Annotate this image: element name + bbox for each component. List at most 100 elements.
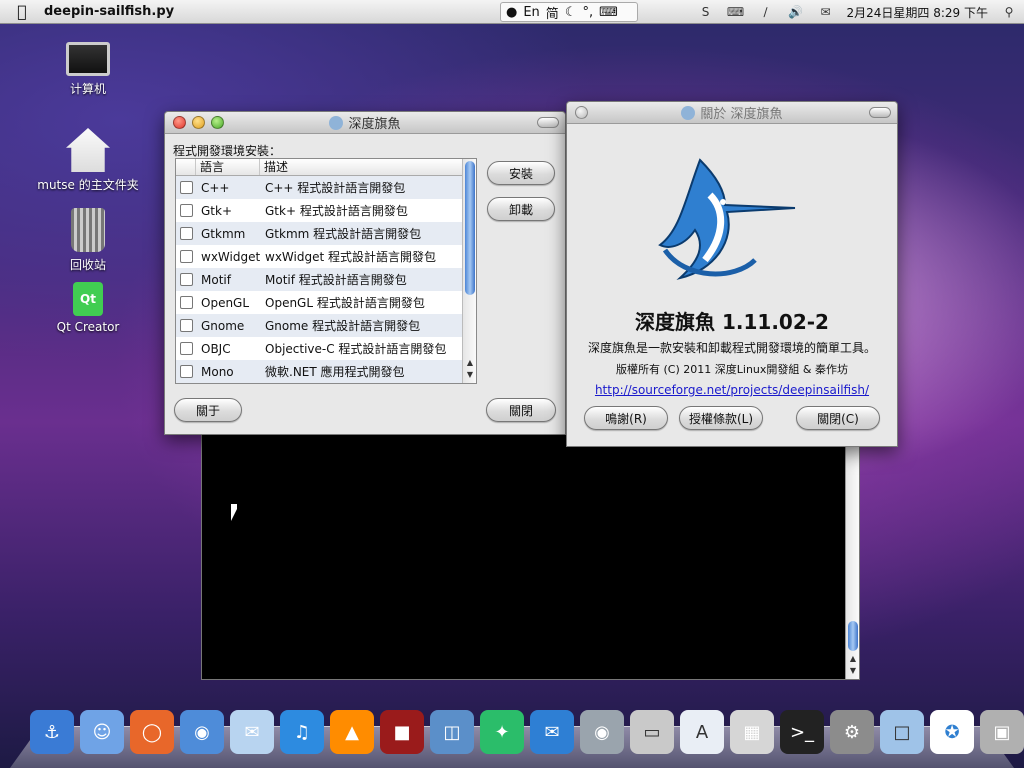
project-url-link[interactable]: http://sourceforge.net/projects/deepinsa… (567, 383, 897, 397)
package-checkbox[interactable] (180, 250, 193, 263)
input-method-bar[interactable]: ● En 简 ☾ °, ⌨ (500, 2, 638, 22)
toolbar-toggle-button[interactable] (537, 117, 559, 128)
apple-menu-icon[interactable]:  (0, 2, 44, 21)
textedit-icon[interactable]: A (680, 710, 724, 754)
ime-language[interactable]: En (523, 5, 539, 20)
app-name-menu[interactable]: deepin-sailfish.py (44, 4, 174, 19)
ime-script[interactable]: 简 (546, 3, 559, 22)
qt-creator-icon: Qt (73, 282, 103, 316)
about-copyright: 版權所有 (C) 2011 深度Linux開發組 & 秦作坊 (616, 363, 848, 376)
keyboard-layout-icon[interactable]: ⌨ (727, 5, 745, 19)
section-label: 程式開發環境安裝： (173, 144, 282, 158)
terminal-icon[interactable]: >_ (780, 710, 824, 754)
firefox-icon[interactable]: ◯ (130, 710, 174, 754)
photo-booth-icon[interactable]: ■ (380, 710, 424, 754)
package-language: OBJC (201, 341, 231, 356)
window-title: 關於 深度旗魚 (700, 107, 783, 122)
package-list[interactable]: 語言 描述 C++ C++ 程式設計語言開發包 Gtk+ Gtk+ 程式設計語言開發包… (175, 158, 477, 384)
feather-icon[interactable]: ✦ (480, 710, 524, 754)
package-row[interactable]: wxWidget wxWidget 程式設計語言開發包 (176, 245, 476, 268)
close-window-icon[interactable] (173, 116, 186, 129)
scanner-icon[interactable]: ▭ (630, 710, 674, 754)
installer-titlebar[interactable]: 深度旗魚 (165, 112, 565, 134)
email-icon[interactable]: ✉ (530, 710, 574, 754)
package-row[interactable]: Gtk+ Gtk+ 程式設計語言開發包 (176, 199, 476, 222)
scroll-up-arrow-icon[interactable]: ▲ (846, 653, 860, 665)
spotlight-search-icon[interactable]: ⚲ (1000, 5, 1018, 19)
anchor-icon[interactable]: ⚓ (30, 710, 74, 754)
license-button[interactable]: 授權條款(L) (679, 406, 763, 430)
package-row[interactable]: Mono 微軟.NET 應用程式開發包 (176, 360, 476, 383)
terminal-window[interactable]: ▲ ▲ ▼ (201, 420, 860, 680)
package-checkbox[interactable] (180, 273, 193, 286)
list-scrollbar[interactable]: ▲ ▼ (462, 159, 476, 383)
scroll-down-arrow-icon[interactable]: ▼ (463, 369, 476, 381)
package-row[interactable]: Gnome Gnome 程式設計語言開發包 (176, 314, 476, 337)
terminal-scrollbar[interactable]: ▲ ▲ ▼ (845, 421, 859, 679)
close-button[interactable]: 關閉 (486, 398, 556, 422)
toolbar-toggle-button[interactable] (869, 107, 891, 118)
finder-icon[interactable]: ☺ (80, 710, 124, 754)
minimize-window-icon[interactable] (192, 116, 205, 129)
settings-icon[interactable]: ⚙ (830, 710, 874, 754)
menu-bar:  deepin-sailfish.py ● En 简 ☾ °, ⌨ S ⌨ ∕… (0, 0, 1024, 24)
network-icon[interactable]: ∕ (757, 5, 775, 19)
package-checkbox[interactable] (180, 227, 193, 240)
column-header-description[interactable]: 描述 (260, 159, 476, 175)
zoom-window-icon[interactable] (211, 116, 224, 129)
header-spacer (176, 159, 196, 175)
desktop-icon-trash[interactable]: 回收站 (33, 208, 143, 273)
package-checkbox[interactable] (180, 365, 193, 378)
column-header-language[interactable]: 語言 (196, 159, 260, 175)
mail-stamp-icon[interactable]: ✉ (230, 710, 274, 754)
trash-icon[interactable]: ▣ (980, 710, 1024, 754)
penguin-icon[interactable]: ● (506, 5, 517, 20)
camera-icon[interactable]: ◉ (580, 710, 624, 754)
package-checkbox[interactable] (180, 296, 193, 309)
sailfish-icon[interactable]: ✪ (930, 710, 974, 754)
uninstall-button[interactable]: 卸載 (487, 197, 555, 221)
scroll-up-arrow-icon[interactable]: ▲ (463, 357, 476, 369)
credits-button[interactable]: 鳴謝(R) (584, 406, 668, 430)
close-window-icon[interactable] (575, 106, 588, 119)
list-scroll-thumb[interactable] (465, 161, 475, 295)
about-close-button[interactable]: 關閉(C) (796, 406, 880, 430)
package-description: Gnome 程式設計語言開發包 (265, 319, 421, 333)
desktop-icon-label: Qt Creator (56, 320, 120, 334)
moon-icon[interactable]: ☾ (565, 5, 577, 20)
about-titlebar[interactable]: 關於 深度旗魚 (567, 102, 897, 124)
package-row[interactable]: C++ C++ 程式設計語言開發包 (176, 176, 476, 199)
itunes-icon[interactable]: ♫ (280, 710, 324, 754)
package-checkbox[interactable] (180, 342, 193, 355)
install-button[interactable]: 安裝 (487, 161, 555, 185)
desktop-icon-computer[interactable]: 计算机 (33, 36, 143, 97)
scroll-down-arrow-icon[interactable]: ▼ (846, 665, 860, 677)
mouse-cursor-icon (231, 504, 237, 521)
skype-icon[interactable]: S (697, 5, 715, 19)
package-checkbox[interactable] (180, 181, 193, 194)
iphoto-icon[interactable]: ◫ (430, 710, 474, 754)
volume-icon[interactable]: 🔊 (787, 5, 805, 19)
package-checkbox[interactable] (180, 319, 193, 332)
about-button[interactable]: 關于 (174, 398, 242, 422)
mail-icon[interactable]: ✉ (817, 5, 835, 19)
vlc-icon[interactable]: ▲ (330, 710, 374, 754)
punctuation-icon[interactable]: °, (582, 5, 593, 20)
desktop-icon-home[interactable]: mutse 的主文件夹 (33, 128, 143, 193)
clock[interactable]: 2月24日星期四 8:29 下午 (847, 4, 988, 21)
keyboard-icon[interactable]: ⌨ (599, 5, 618, 20)
package-description: Gtkmm 程式設計語言開發包 (265, 227, 422, 241)
trash-icon (71, 208, 105, 252)
package-row[interactable]: Motif Motif 程式設計語言開發包 (176, 268, 476, 291)
package-row[interactable]: Gtkmm Gtkmm 程式設計語言開發包 (176, 222, 476, 245)
calculator-icon[interactable]: ▦ (730, 710, 774, 754)
folder-icon[interactable]: □ (880, 710, 924, 754)
desktop-icon-qt-creator[interactable]: Qt Qt Creator (33, 282, 143, 334)
terminal-scroll-thumb[interactable] (848, 621, 858, 651)
package-row[interactable]: OBJC Objective-C 程式設計語言開發包 (176, 337, 476, 360)
about-app-title: 深度旗魚 1.11.02-2 (635, 310, 829, 334)
package-checkbox[interactable] (180, 204, 193, 217)
package-language: wxWidget (201, 249, 261, 264)
package-row[interactable]: OpenGL OpenGL 程式設計語言開發包 (176, 291, 476, 314)
chrome-icon[interactable]: ◉ (180, 710, 224, 754)
